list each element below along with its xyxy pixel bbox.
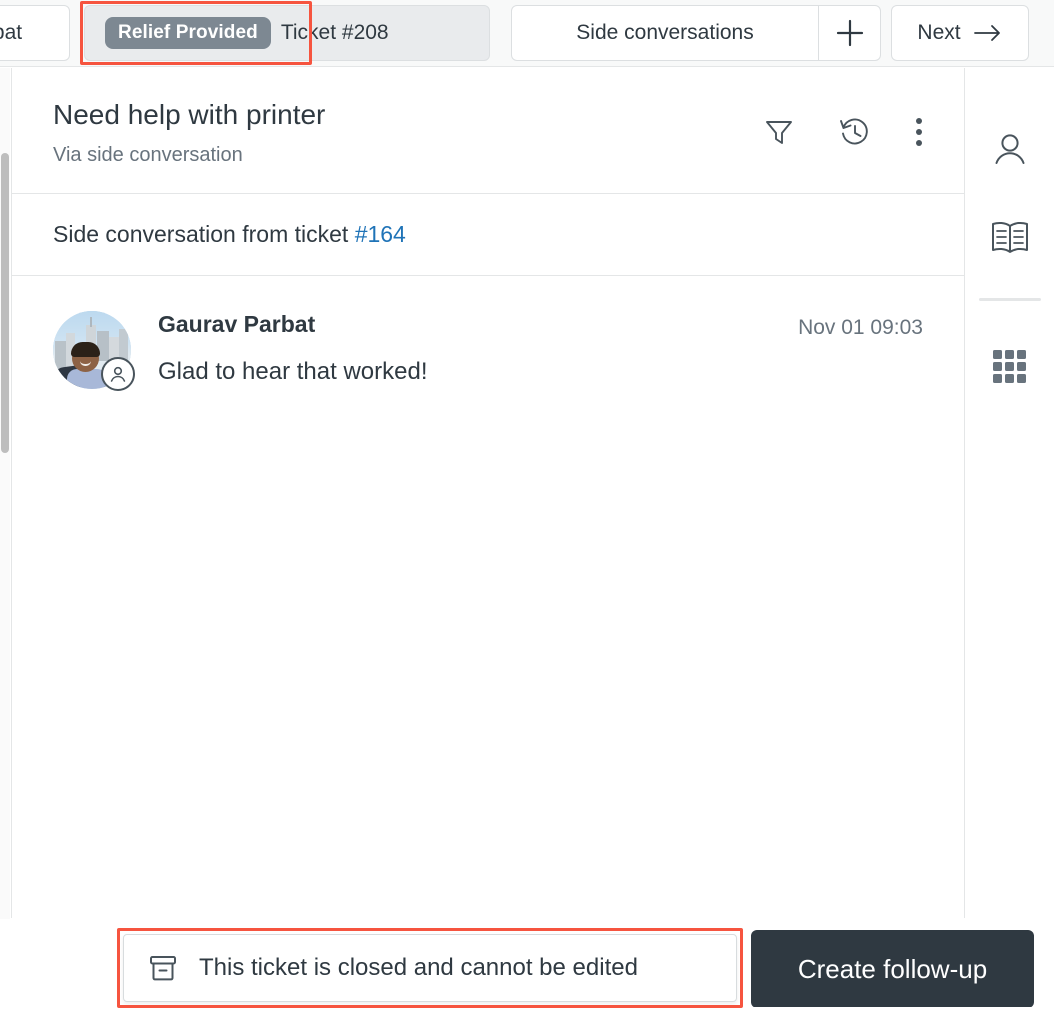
ticket-main-panel: Need help with printer Via side conversa… — [11, 68, 965, 918]
archive-icon — [150, 956, 176, 981]
code-sliver-text: <p image href "https://cdn.marketing.ac" — [0, 1007, 513, 1015]
avatar-wrapper — [53, 310, 135, 391]
message-item: Nov 01 09:03 Gaurav Parbat Glad to hear … — [12, 276, 964, 391]
ticket-closed-notice: This ticket is closed and cannot be edit… — [123, 934, 737, 1002]
user-icon — [995, 134, 1025, 164]
add-side-conversation-button[interactable] — [818, 6, 880, 60]
tab-ticket-label: Ticket #208 — [280, 21, 389, 44]
side-conversations-group: Side conversations — [511, 5, 881, 61]
sidebar-item-apps[interactable] — [966, 323, 1054, 411]
side-conversation-source: Side conversation from ticket #164 — [12, 194, 964, 276]
arrow-right-icon — [973, 25, 1000, 41]
tab-bar: rbat Relief Provided Ticket #208 Side co… — [0, 0, 1054, 67]
avatar-skyline-spire — [90, 316, 92, 327]
app-root: rbat Relief Provided Ticket #208 Side co… — [0, 0, 1054, 1022]
user-circle-icon — [101, 356, 135, 391]
ticket-header: Need help with printer Via side conversa… — [12, 68, 964, 194]
closed-notice-text: This ticket is closed and cannot be edit… — [199, 954, 638, 981]
sidebar-item-knowledge-base[interactable] — [966, 194, 1054, 282]
next-label: Next — [917, 21, 961, 44]
source-ticket-link[interactable]: #164 — [355, 221, 406, 247]
create-followup-button[interactable]: Create follow-up — [751, 930, 1034, 1008]
plus-icon — [836, 19, 863, 47]
filter-icon[interactable] — [762, 115, 796, 149]
side-conversations-label: Side conversations — [576, 21, 754, 44]
status-badge-relief-provided: Relief Provided — [105, 17, 271, 49]
message-timestamp: Nov 01 09:03 — [798, 315, 923, 339]
avatar-hair — [71, 341, 100, 357]
more-vertical-icon[interactable] — [914, 115, 924, 149]
left-scrollbar-track[interactable] — [0, 68, 10, 1022]
tab-active-ticket-208[interactable]: Relief Provided Ticket #208 — [84, 5, 490, 61]
knowledge-base-icon — [992, 221, 1028, 253]
side-conversation-prefix: Side conversation from ticket — [53, 220, 355, 247]
left-scrollbar-thumb[interactable] — [1, 153, 9, 453]
right-sidebar — [966, 68, 1054, 918]
tab-previous-label: rbat — [0, 21, 23, 44]
next-ticket-button[interactable]: Next — [891, 5, 1029, 61]
sidebar-item-user[interactable] — [966, 106, 1054, 194]
message-text: Glad to hear that worked! — [158, 357, 428, 385]
background-code-sliver: <p image href "https://cdn.marketing.ac" — [0, 1007, 1054, 1022]
history-icon[interactable] — [837, 114, 873, 150]
tab-previous-ticket[interactable]: rbat — [0, 5, 70, 61]
side-conversations-button[interactable]: Side conversations — [512, 6, 818, 60]
ticket-header-actions — [762, 114, 924, 150]
sidebar-divider — [979, 298, 1041, 301]
apps-grid-icon — [993, 350, 1026, 383]
